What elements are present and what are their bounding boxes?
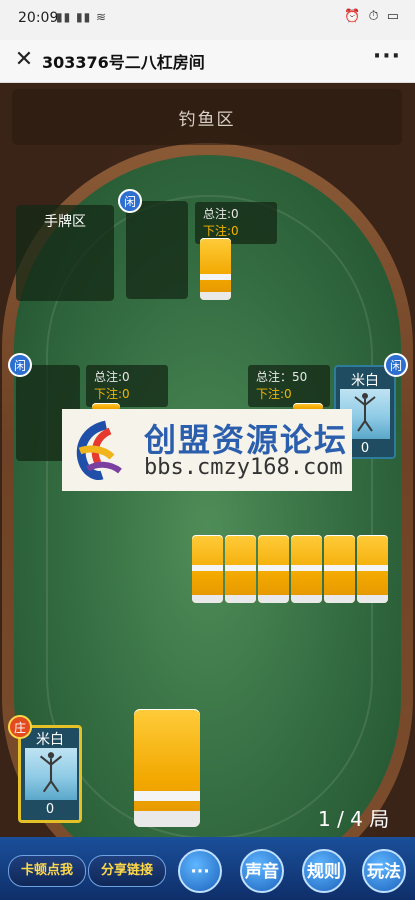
total-bet-label: 总注:0 <box>203 207 239 221</box>
hand-tile[interactable] <box>134 709 200 827</box>
hand-zone: 手牌区 <box>16 205 114 301</box>
title-bar: ✕ 303376号二八杠房间 ··· <box>0 40 415 83</box>
play-mode-button[interactable]: 玩法 <box>362 849 406 893</box>
bet-box-left: 总注:0 下注:0 <box>86 365 168 407</box>
close-icon[interactable]: ✕ <box>10 46 38 74</box>
idle-badge-left: 闲 <box>8 353 32 377</box>
current-bet-label: 下注:0 <box>203 224 239 238</box>
status-time: 20:09 <box>18 10 59 26</box>
avatar <box>25 748 77 800</box>
watermark-url: bbs.cmzy168.com <box>144 455 343 480</box>
page-title: 303376号二八杠房间 <box>42 53 205 72</box>
tile[interactable] <box>225 535 256 603</box>
current-bet-label: 下注:0 <box>256 387 292 401</box>
tile[interactable] <box>324 535 355 603</box>
round-counter: 1 / 4 局 <box>318 807 390 831</box>
sound-button[interactable]: 声音 <box>240 849 284 893</box>
lag-report-button[interactable]: 卡顿点我 <box>8 855 86 887</box>
chat-bubble-icon[interactable]: ··· <box>178 849 222 893</box>
seat-top-slot[interactable] <box>126 201 188 299</box>
dealer-badge: 庄 <box>8 715 32 739</box>
idle-badge-right: 闲 <box>384 353 408 377</box>
tile[interactable] <box>357 535 388 603</box>
idle-badge-top: 闲 <box>118 189 142 213</box>
watermark-logo-icon <box>76 420 122 480</box>
share-link-button[interactable]: 分享链接 <box>88 855 166 887</box>
watermark-banner: 创盟资源论坛 bbs.cmzy168.com <box>62 409 352 491</box>
status-right-icons: ⏰ ⏱ ▭ <box>344 9 401 24</box>
current-bet-label: 下注:0 <box>94 387 130 401</box>
player-name: 米白 <box>351 373 379 389</box>
status-bar: 20:09 ▮▮ ▮▮ ≋ ⏰ ⏱ ▭ <box>0 0 415 40</box>
bet-box-right: 总注：50 下注:0 <box>248 365 330 407</box>
person-icon <box>39 752 63 793</box>
bottom-toolbar: 卡顿点我 分享链接 ··· 声音 规则 玩法 <box>0 837 415 900</box>
total-bet-label: 总注:0 <box>94 370 130 384</box>
more-menu-icon[interactable]: ··· <box>373 44 401 69</box>
tile[interactable] <box>192 535 223 603</box>
signal-icon: ▮▮ ▮▮ ≋ <box>56 10 108 24</box>
player-score: 0 <box>45 802 55 817</box>
tile-wall <box>192 535 390 605</box>
tile[interactable] <box>258 535 289 603</box>
game-area: 钓鱼区 手牌区 闲 总注:0 下注:0 闲 总注:0 下注:0 总注：50 下注… <box>0 83 415 900</box>
rules-button[interactable]: 规则 <box>302 849 346 893</box>
player-card-me[interactable]: 米白 0 <box>18 725 82 823</box>
total-bet-label: 总注：50 <box>256 370 308 384</box>
tile[interactable] <box>291 535 322 603</box>
fishing-zone: 钓鱼区 <box>12 89 402 145</box>
tile[interactable] <box>200 238 231 300</box>
fishing-zone-label: 钓鱼区 <box>178 110 236 130</box>
hand-zone-label: 手牌区 <box>44 214 86 230</box>
